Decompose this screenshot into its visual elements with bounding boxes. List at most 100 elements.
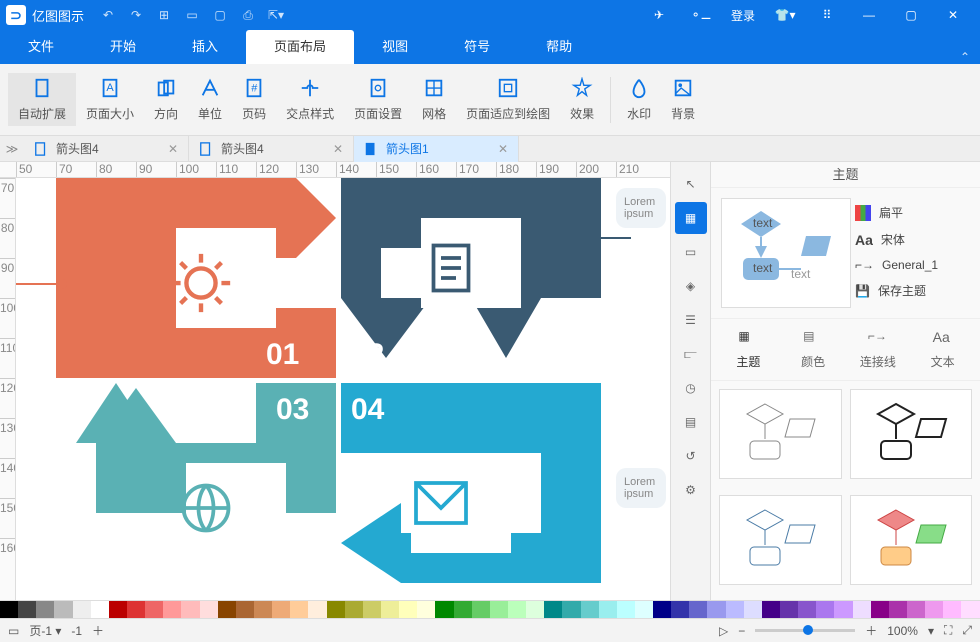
theme-option-3[interactable] bbox=[719, 495, 842, 585]
close-button[interactable]: ✕ bbox=[932, 0, 974, 30]
maximize-button[interactable]: ▢ bbox=[890, 0, 932, 30]
send-icon[interactable]: ✈ bbox=[638, 0, 680, 30]
color-swatch[interactable] bbox=[272, 601, 290, 618]
color-swatch[interactable] bbox=[200, 601, 218, 618]
color-swatch[interactable] bbox=[907, 601, 925, 618]
color-swatch[interactable] bbox=[834, 601, 852, 618]
text-placeholder-2[interactable]: Lorem ipsum bbox=[616, 468, 666, 508]
color-swatch[interactable] bbox=[127, 601, 145, 618]
color-swatch[interactable] bbox=[381, 601, 399, 618]
color-swatch[interactable] bbox=[218, 601, 236, 618]
doc-tab-1[interactable]: 箭头图4✕ bbox=[24, 136, 189, 162]
color-swatch[interactable] bbox=[417, 601, 435, 618]
unit-button[interactable]: 单位 bbox=[188, 73, 232, 126]
close-icon[interactable]: ✕ bbox=[333, 142, 343, 156]
color-swatch[interactable] bbox=[472, 601, 490, 618]
color-swatch[interactable] bbox=[726, 601, 744, 618]
color-swatch[interactable] bbox=[617, 601, 635, 618]
effect-button[interactable]: 效果 bbox=[560, 73, 604, 126]
orientation-button[interactable]: 方向 bbox=[144, 73, 188, 126]
page-size-button[interactable]: A页面大小 bbox=[76, 73, 144, 126]
theme-save-row[interactable]: 💾保存主题 bbox=[855, 282, 970, 299]
color-swatch[interactable] bbox=[816, 601, 834, 618]
color-swatch[interactable] bbox=[744, 601, 762, 618]
color-swatch[interactable] bbox=[254, 601, 272, 618]
doc-tab-2[interactable]: 箭头图4✕ bbox=[189, 136, 354, 162]
close-icon[interactable]: ✕ bbox=[498, 142, 508, 156]
chevron-up-icon[interactable]: ⌃ bbox=[960, 50, 970, 64]
tab-file[interactable]: 文件 bbox=[0, 30, 82, 64]
zoom-in-icon[interactable]: ＋ bbox=[865, 622, 877, 639]
zoom-value[interactable]: 100% bbox=[887, 624, 918, 638]
color-swatch[interactable] bbox=[109, 601, 127, 618]
fit-to-drawing-button[interactable]: 页面适应到绘图 bbox=[456, 73, 560, 126]
tab-symbol[interactable]: 符号 bbox=[436, 30, 518, 64]
color-swatch[interactable] bbox=[707, 601, 725, 618]
color-swatch[interactable] bbox=[308, 601, 326, 618]
share-icon[interactable]: ⚬⚊ bbox=[680, 0, 722, 30]
subtab-connector[interactable]: ⌐→连接线 bbox=[855, 329, 902, 370]
redo-icon[interactable]: ↷ bbox=[124, 3, 148, 27]
color-swatch[interactable] bbox=[145, 601, 163, 618]
color-palette[interactable] bbox=[0, 600, 980, 618]
fullscreen-icon[interactable]: ⤢ bbox=[962, 623, 972, 638]
color-swatch[interactable] bbox=[290, 601, 308, 618]
settings-icon[interactable]: ⚙ bbox=[675, 474, 707, 506]
theme-flat-row[interactable]: 扁平 bbox=[855, 204, 970, 221]
color-swatch[interactable] bbox=[635, 601, 653, 618]
save-icon[interactable]: ▢ bbox=[208, 3, 232, 27]
color-swatch[interactable] bbox=[544, 601, 562, 618]
list-icon[interactable]: ☰ bbox=[675, 304, 707, 336]
color-swatch[interactable] bbox=[54, 601, 72, 618]
subtab-color[interactable]: ▤颜色 bbox=[790, 329, 837, 370]
theme-option-2[interactable] bbox=[850, 389, 973, 479]
apps-icon[interactable]: ⠿ bbox=[806, 0, 848, 30]
color-swatch[interactable] bbox=[780, 601, 798, 618]
color-swatch[interactable] bbox=[798, 601, 816, 618]
open-icon[interactable]: ▭ bbox=[180, 3, 204, 27]
time-icon[interactable]: ◷ bbox=[675, 372, 707, 404]
theme-font-row[interactable]: Aa宋体 bbox=[855, 231, 970, 248]
color-swatch[interactable] bbox=[689, 601, 707, 618]
chart-icon[interactable]: ⫍ bbox=[675, 338, 707, 370]
print-icon[interactable]: ⎙ bbox=[236, 3, 260, 27]
arrow-cursor-icon[interactable]: ↖ bbox=[675, 168, 707, 200]
tab-insert[interactable]: 插入 bbox=[164, 30, 246, 64]
color-swatch[interactable] bbox=[581, 601, 599, 618]
tab-page-layout[interactable]: 页面布局 bbox=[246, 30, 354, 64]
page-number-button[interactable]: #页码 bbox=[232, 73, 276, 126]
zoom-out-icon[interactable]: − bbox=[738, 624, 745, 638]
text-placeholder-1[interactable]: Lorem ipsum bbox=[616, 188, 666, 228]
image-icon[interactable]: ▭ bbox=[675, 236, 707, 268]
background-button[interactable]: 背景 bbox=[661, 73, 705, 126]
color-swatch[interactable] bbox=[925, 601, 943, 618]
color-swatch[interactable] bbox=[454, 601, 472, 618]
color-swatch[interactable] bbox=[91, 601, 109, 618]
color-swatch[interactable] bbox=[345, 601, 363, 618]
page-add-icon[interactable]: ＋ bbox=[92, 622, 104, 639]
canvas[interactable]: 01 02 Lorem ipsum bbox=[16, 178, 670, 600]
theme-option-4[interactable] bbox=[850, 495, 973, 585]
grid-button[interactable]: 网格 bbox=[412, 73, 456, 126]
minimize-button[interactable]: — bbox=[848, 0, 890, 30]
color-swatch[interactable] bbox=[73, 601, 91, 618]
tabs-prev-icon[interactable]: ≫ bbox=[0, 142, 24, 156]
color-swatch[interactable] bbox=[36, 601, 54, 618]
layers-icon[interactable]: ◈ bbox=[675, 270, 707, 302]
color-swatch[interactable] bbox=[653, 601, 671, 618]
color-swatch[interactable] bbox=[435, 601, 453, 618]
color-swatch[interactable] bbox=[671, 601, 689, 618]
theme-connector-row[interactable]: ⌐→General_1 bbox=[855, 258, 970, 272]
color-swatch[interactable] bbox=[508, 601, 526, 618]
color-swatch[interactable] bbox=[871, 601, 889, 618]
color-swatch[interactable] bbox=[961, 601, 979, 618]
color-swatch[interactable] bbox=[363, 601, 381, 618]
color-swatch[interactable] bbox=[181, 601, 199, 618]
intersection-button[interactable]: 交点样式 bbox=[276, 73, 344, 126]
color-swatch[interactable] bbox=[327, 601, 345, 618]
color-swatch[interactable] bbox=[236, 601, 254, 618]
color-swatch[interactable] bbox=[562, 601, 580, 618]
shirt-icon[interactable]: 👕▾ bbox=[764, 0, 806, 30]
tab-view[interactable]: 视图 bbox=[354, 30, 436, 64]
color-swatch[interactable] bbox=[853, 601, 871, 618]
